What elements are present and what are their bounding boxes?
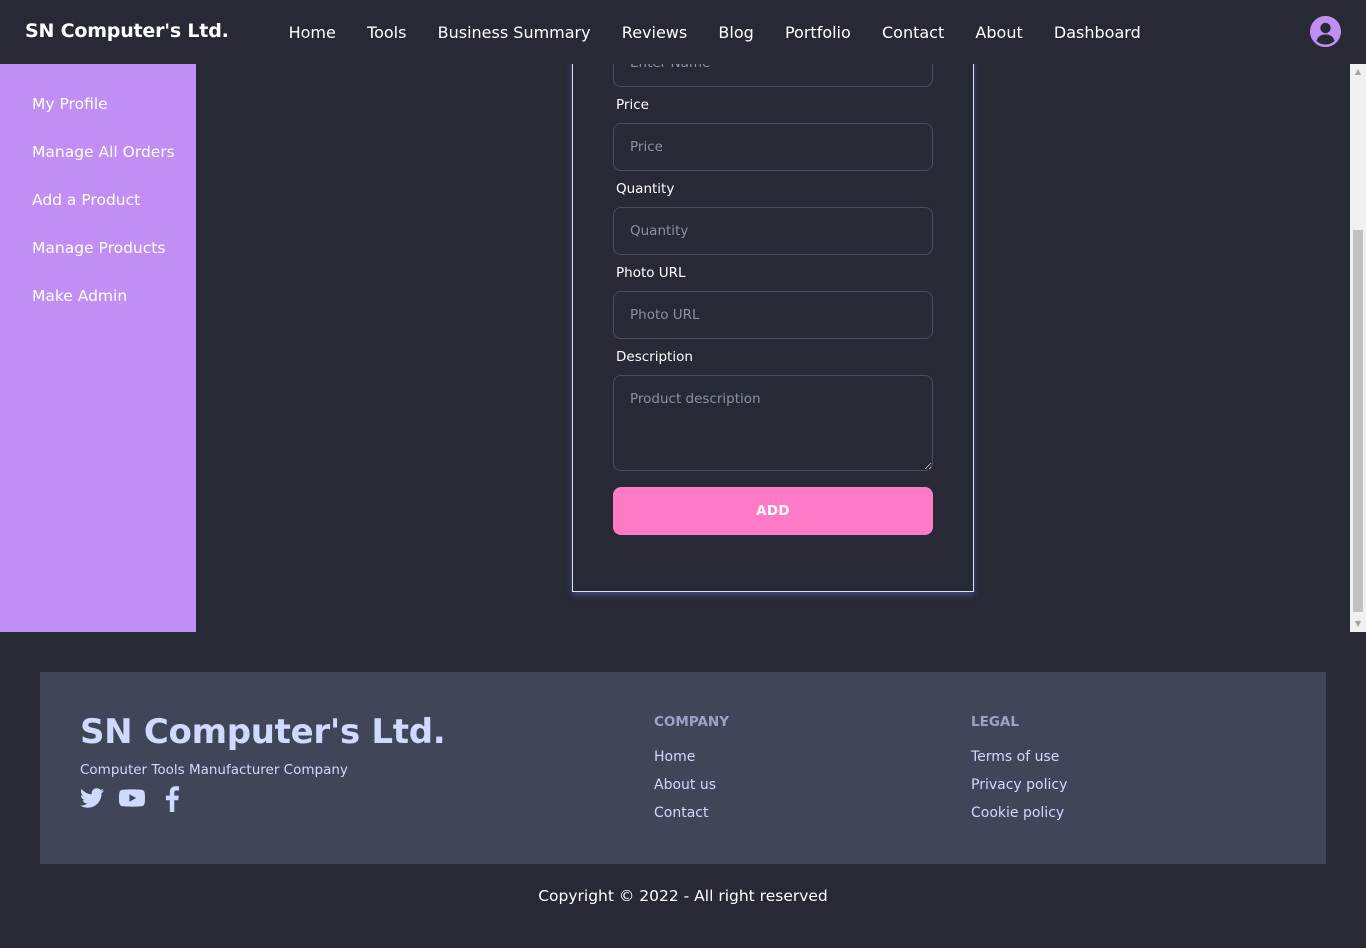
page-scrollbar[interactable]: ▲ ▼ <box>1350 64 1366 632</box>
scroll-thumb[interactable] <box>1353 230 1363 612</box>
youtube-icon[interactable] <box>119 786 145 812</box>
twitter-icon[interactable] <box>80 786 106 812</box>
scroll-up-arrow-icon[interactable]: ▲ <box>1350 64 1366 80</box>
site-footer: SN Computer's Ltd. Computer Tools Manufa… <box>40 672 1326 864</box>
nav-link-tools[interactable]: Tools <box>351 23 422 42</box>
scroll-down-arrow-icon[interactable]: ▼ <box>1350 616 1366 632</box>
nav-link-blog[interactable]: Blog <box>703 23 770 42</box>
footer-heading-legal: LEGAL <box>971 714 1019 730</box>
nav-link-contact[interactable]: Contact <box>866 23 959 42</box>
sidebar-item-my-profile[interactable]: My Profile <box>32 95 108 113</box>
footer-link-home[interactable]: Home <box>654 749 695 765</box>
description-textarea[interactable] <box>613 375 933 471</box>
description-label: Description <box>616 349 693 365</box>
price-label: Price <box>616 97 649 113</box>
nav-link-dashboard[interactable]: Dashboard <box>1038 23 1156 42</box>
footer-link-privacy-policy[interactable]: Privacy policy <box>971 777 1067 793</box>
nav-links: Home Tools Business Summary Reviews Blog… <box>273 0 1156 64</box>
photo-url-input[interactable] <box>613 291 933 339</box>
nav-link-reviews[interactable]: Reviews <box>606 23 703 42</box>
sidebar-item-make-admin[interactable]: Make Admin <box>32 287 127 305</box>
sidebar-item-manage-all-orders[interactable]: Manage All Orders <box>32 143 175 161</box>
nav-link-portfolio[interactable]: Portfolio <box>769 23 866 42</box>
facebook-icon[interactable] <box>164 786 190 812</box>
quantity-label: Quantity <box>616 181 675 197</box>
copyright-text: Copyright © 2022 - All right reserved <box>538 887 828 905</box>
photo-url-label: Photo URL <box>616 265 686 281</box>
footer-link-cookie-policy[interactable]: Cookie policy <box>971 805 1064 821</box>
price-input[interactable] <box>613 123 933 171</box>
footer-link-about-us[interactable]: About us <box>654 777 716 793</box>
nav-link-about[interactable]: About <box>960 23 1039 42</box>
footer-brand: SN Computer's Ltd. <box>80 712 446 752</box>
sidebar-item-add-a-product[interactable]: Add a Product <box>32 191 140 209</box>
top-navbar: SN Computer's Ltd. Home Tools Business S… <box>0 0 1366 64</box>
sidebar-item-manage-products[interactable]: Manage Products <box>32 239 165 257</box>
footer-heading-company: COMPANY <box>654 714 729 730</box>
nav-link-business-summary[interactable]: Business Summary <box>422 23 606 42</box>
footer-link-terms-of-use[interactable]: Terms of use <box>971 749 1059 765</box>
add-product-button[interactable]: ADD <box>613 487 933 535</box>
quantity-input[interactable] <box>613 207 933 255</box>
dashboard-sidebar: My Profile Manage All Orders Add a Produ… <box>0 64 196 632</box>
footer-link-contact[interactable]: Contact <box>654 805 708 821</box>
brand-logo[interactable]: SN Computer's Ltd. <box>25 20 229 42</box>
user-avatar-icon[interactable] <box>1310 16 1341 47</box>
footer-tagline: Computer Tools Manufacturer Company <box>80 762 348 778</box>
nav-link-home[interactable]: Home <box>273 23 351 42</box>
